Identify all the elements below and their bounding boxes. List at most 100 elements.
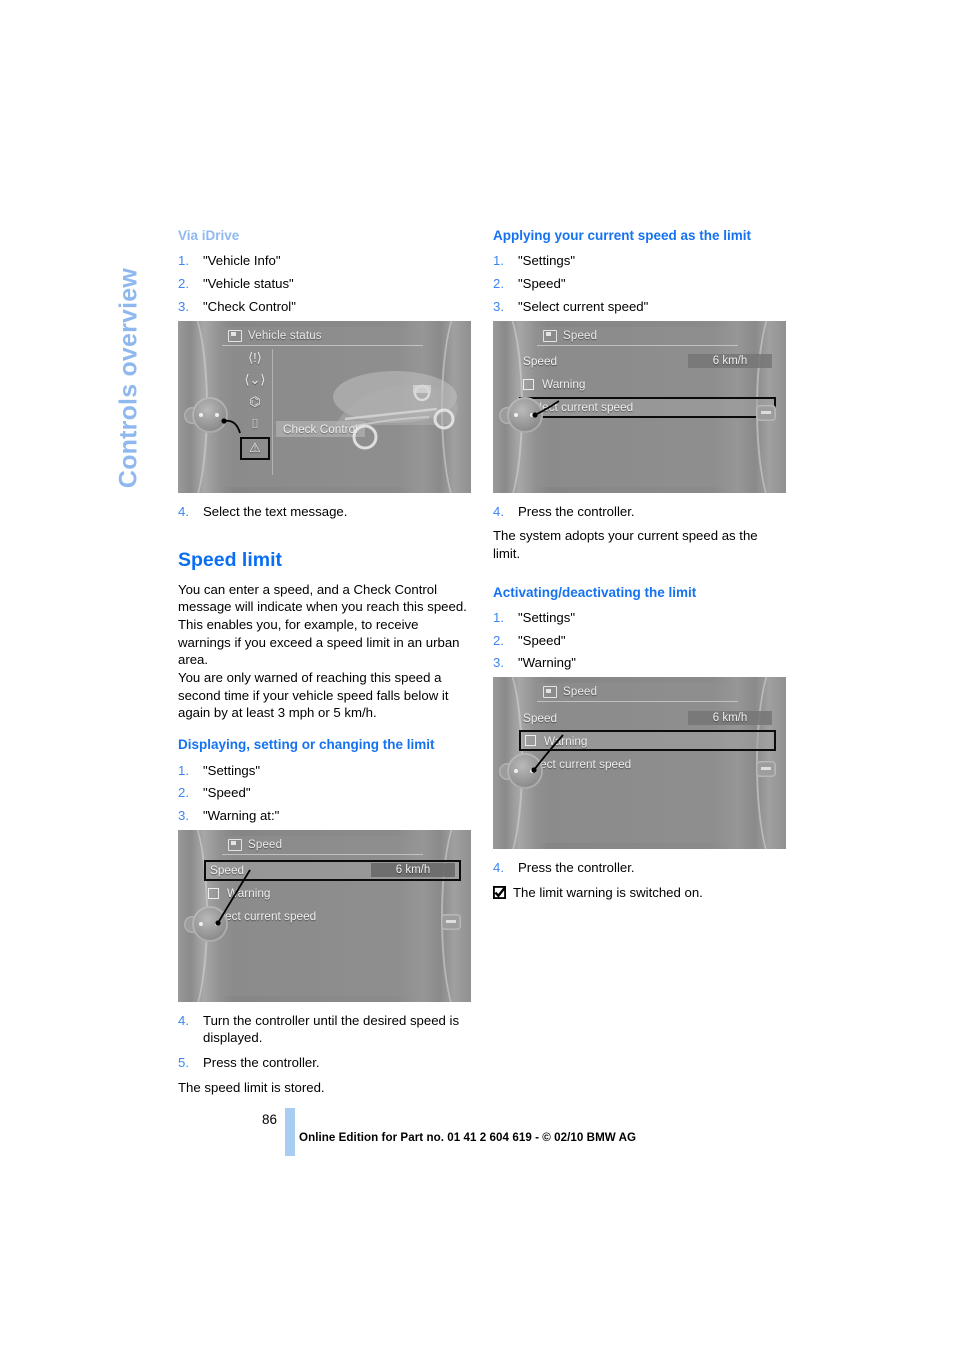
manual-page: Controls overview Via iDrive 1. "Vehicle… bbox=[0, 0, 954, 1350]
heading-applying-current-speed: Applying your current speed as the limit bbox=[493, 228, 752, 243]
menu-row-speed[interactable]: Speed 6 km/h bbox=[204, 859, 461, 881]
displaying-steps: 1. "Settings" 2. "Speed" 3. "Warning at:… bbox=[178, 762, 471, 825]
list-number: 3. bbox=[178, 298, 189, 314]
list-number: 4. bbox=[178, 1012, 189, 1028]
list-item: 2. "Speed" bbox=[493, 632, 786, 650]
limit-warning-note-text: The limit warning is switched on. bbox=[513, 884, 703, 900]
cid-titlebar: Speed bbox=[537, 327, 738, 346]
list-item: 2. "Speed" bbox=[493, 275, 786, 293]
applying-step4: 4. Press the controller. bbox=[493, 503, 786, 521]
menu-row-select-current-speed[interactable]: Select current speed bbox=[519, 396, 776, 418]
list-text: "Warning at:" bbox=[203, 807, 280, 823]
list-text: "Speed" bbox=[518, 276, 566, 292]
right-column: Applying your current speed as the limit… bbox=[492, 228, 786, 902]
list-text: Press the controller. bbox=[518, 860, 635, 876]
list-text: "Warning" bbox=[518, 655, 576, 671]
list-item: 4. Select the text message. bbox=[178, 503, 471, 521]
knob-dot-right bbox=[530, 412, 534, 417]
speed-menu-icon bbox=[543, 329, 557, 342]
footer-accent-bar bbox=[285, 1108, 295, 1156]
list-item: 3. "Select current speed" bbox=[493, 298, 786, 316]
section-title-speed-limit: Speed limit bbox=[178, 549, 283, 572]
menu-row-select-current-speed[interactable]: Select current speed bbox=[204, 906, 461, 927]
list-item: 3. "Check Control" bbox=[178, 298, 471, 316]
list-text: "Settings" bbox=[203, 762, 261, 778]
figure-speed-menu-warning-selected: Speed Speed 6 km/h Warning Select curren… bbox=[493, 677, 786, 850]
footer-imprint: Online Edition for Part no. 01 41 2 604 … bbox=[299, 1131, 637, 1144]
menu-row-label: Select current speed bbox=[523, 756, 632, 771]
list-text: "Settings" bbox=[518, 253, 576, 269]
idrive-controller-knob bbox=[184, 393, 234, 439]
warning-triangle-icon[interactable]: ⚠ bbox=[240, 436, 270, 460]
list-text: "Speed" bbox=[203, 785, 251, 801]
list-number: 4. bbox=[493, 860, 504, 876]
list-text: "Vehicle status" bbox=[203, 276, 294, 292]
list-number: 1. bbox=[178, 253, 189, 269]
list-number: 1. bbox=[493, 253, 504, 269]
figure-speed-menu-speed-selected: Speed Speed 6 km/h Warning Select curren… bbox=[178, 829, 471, 1002]
cid-titlebar: Speed bbox=[537, 683, 738, 703]
list-number: 2. bbox=[493, 632, 504, 648]
menu-row-label: Warning bbox=[544, 733, 588, 748]
cid-title: Speed bbox=[563, 329, 598, 342]
cid-title: Speed bbox=[563, 686, 598, 699]
menu-row-warning[interactable]: Warning bbox=[519, 374, 776, 395]
knob-ring bbox=[192, 905, 228, 942]
displaying-result: The speed limit is stored. bbox=[178, 1079, 325, 1095]
list-text: Turn the controller until the desired sp… bbox=[203, 1012, 460, 1046]
list-item: 3. "Warning" bbox=[493, 654, 786, 672]
list-item: 4. Press the controller. bbox=[493, 503, 786, 521]
cid-title: Speed bbox=[248, 838, 283, 851]
list-number: 1. bbox=[178, 762, 189, 778]
list-number: 3. bbox=[493, 655, 504, 671]
cid-side-button bbox=[441, 913, 461, 930]
list-text: "Vehicle Info" bbox=[203, 253, 281, 269]
speed-menu-icon bbox=[228, 838, 242, 851]
menu-row-speed[interactable]: Speed 6 km/h bbox=[519, 707, 776, 728]
knob-dot-left bbox=[199, 921, 203, 926]
menu-row-value: 6 km/h bbox=[688, 710, 772, 725]
left-column: Via iDrive 1. "Vehicle Info" 2. "Vehicle… bbox=[178, 228, 471, 1096]
idrive-controller-knob bbox=[499, 749, 549, 795]
page-number: 86 bbox=[262, 1112, 278, 1127]
displaying-steps-after: 4. Turn the controller until the desired… bbox=[178, 1012, 471, 1072]
menu-row-warning[interactable]: Warning bbox=[519, 730, 776, 752]
menu-row-select-current-speed[interactable]: Select current speed bbox=[519, 753, 776, 774]
cid-side-button bbox=[756, 761, 776, 778]
cid-menu: Speed 6 km/h Warning Select current spee… bbox=[519, 707, 776, 776]
menu-row-value: 6 km/h bbox=[371, 863, 455, 878]
knob-dot-left bbox=[514, 412, 518, 417]
list-number: 4. bbox=[493, 503, 504, 519]
list-text: "Speed" bbox=[518, 632, 566, 648]
via-idrive-steps: 1. "Vehicle Info" 2. "Vehicle status" 3.… bbox=[178, 252, 471, 315]
knob-dot-right bbox=[215, 921, 219, 926]
menu-row-label: Select current speed bbox=[208, 909, 317, 924]
list-text: Press the controller. bbox=[203, 1055, 320, 1071]
menu-row-label: Speed bbox=[210, 863, 245, 878]
menu-row-label: Speed bbox=[523, 710, 558, 725]
heading-via-idrive: Via iDrive bbox=[178, 228, 240, 243]
checkbox-icon bbox=[523, 378, 534, 390]
list-number: 1. bbox=[493, 610, 504, 626]
list-text: Select the text message. bbox=[203, 503, 348, 519]
vehicle-diagram bbox=[333, 370, 458, 450]
cid-menu: Speed 6 km/h Warning Select current spee… bbox=[519, 351, 776, 420]
list-item: 2. "Vehicle status" bbox=[178, 275, 471, 293]
chapter-tab: Controls overview bbox=[106, 228, 152, 528]
knob-ring bbox=[507, 396, 543, 433]
vehicle-icon: ⌷ bbox=[251, 415, 259, 431]
cid-menu: Speed 6 km/h Warning Select current spee… bbox=[204, 859, 461, 929]
list-number: 5. bbox=[178, 1055, 189, 1071]
menu-row-label: Speed bbox=[523, 354, 558, 369]
menu-row-warning[interactable]: Warning bbox=[204, 883, 461, 904]
knob-dot-left bbox=[199, 412, 203, 417]
activating-step4: 4. Press the controller. bbox=[493, 859, 786, 877]
menu-row-label: Warning bbox=[227, 886, 271, 901]
list-text: "Check Control" bbox=[203, 298, 296, 314]
page-footer: 86 Online Edition for Part no. 01 41 2 6… bbox=[0, 1106, 954, 1166]
menu-row-speed[interactable]: Speed 6 km/h bbox=[519, 351, 776, 372]
list-item: 4. Press the controller. bbox=[493, 859, 786, 877]
tire-condition-icon: ⟨⌄⟩ bbox=[244, 371, 266, 387]
menu-row-label: Select current speed bbox=[525, 400, 634, 415]
figure-vehicle-status-screen: Vehicle status ⟨!⟩ ⟨⌄⟩ ⌬ ⌷ ⚠ Check Contr… bbox=[178, 320, 471, 493]
